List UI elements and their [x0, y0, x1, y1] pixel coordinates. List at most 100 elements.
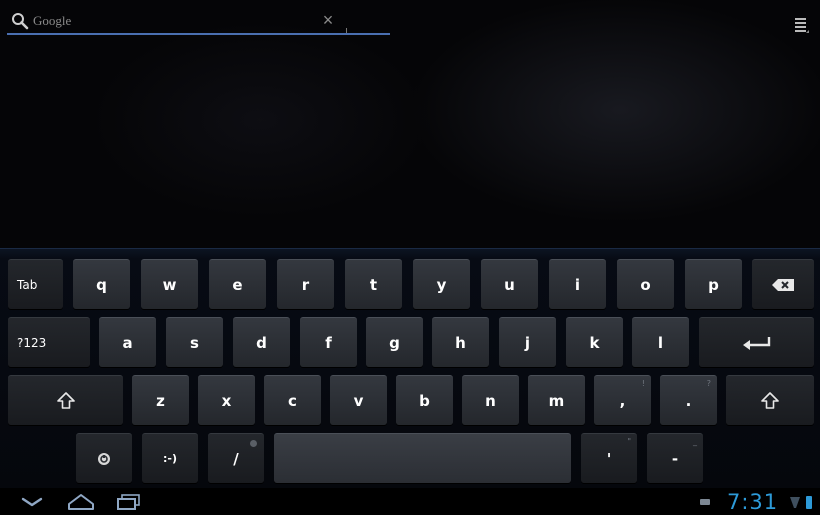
key-m-label: m	[548, 391, 565, 410]
key-p[interactable]: p	[685, 259, 742, 309]
search-input[interactable]	[33, 11, 303, 31]
key-s-label: s	[190, 333, 199, 352]
key-r[interactable]: r	[277, 259, 334, 309]
key-e[interactable]: e	[209, 259, 266, 309]
search-icon[interactable]	[11, 12, 29, 30]
search-bar[interactable]: ×	[7, 9, 390, 35]
key-l-label: l	[657, 333, 664, 352]
tab-key-label: Tab	[17, 277, 38, 292]
key-h[interactable]: h	[432, 317, 489, 367]
settings-key[interactable]	[76, 433, 132, 483]
apostrophe-key[interactable]: ' "	[581, 433, 637, 483]
wifi-icon	[788, 491, 802, 513]
smiley-key-label: :-)	[163, 452, 177, 465]
key-y-label: y	[436, 275, 447, 294]
key-l[interactable]: l	[632, 317, 689, 367]
status-time[interactable]: 7:31	[727, 490, 778, 514]
key-j[interactable]: j	[499, 317, 556, 367]
key-n-label: n	[485, 391, 496, 410]
dash-key-hint: _	[693, 437, 697, 446]
space-key[interactable]	[274, 433, 571, 483]
key-a-label: a	[122, 333, 133, 352]
key-w-label: w	[162, 275, 177, 294]
key-o[interactable]: o	[617, 259, 674, 309]
key-f[interactable]: f	[300, 317, 357, 367]
key-h-label: h	[455, 333, 466, 352]
key-v[interactable]: v	[330, 375, 387, 425]
key-g[interactable]: g	[366, 317, 423, 367]
key-comma-label: ,	[619, 391, 626, 410]
enter-icon	[742, 336, 772, 350]
shift-icon	[761, 391, 779, 410]
apostrophe-key-label: '	[606, 449, 612, 468]
key-m[interactable]: m	[528, 375, 585, 425]
key-b-label: b	[419, 391, 430, 410]
search-cursor-mark	[346, 28, 347, 33]
backspace-key[interactable]	[752, 259, 814, 309]
battery-icon	[803, 491, 815, 513]
close-icon[interactable]: ×	[319, 11, 337, 29]
system-bar: 7:31	[0, 488, 820, 515]
key-d-label: d	[256, 333, 267, 352]
soft-keyboard: Tab q w e r t y u i o p ?123 a s d f g h…	[0, 248, 820, 489]
key-t[interactable]: t	[345, 259, 402, 309]
tab-key[interactable]: Tab	[8, 259, 63, 309]
key-r-label: r	[301, 275, 310, 294]
key-e-label: e	[232, 275, 243, 294]
settings-icon	[97, 452, 111, 466]
key-t-label: t	[369, 275, 378, 294]
backspace-icon	[771, 278, 795, 292]
key-d[interactable]: d	[233, 317, 290, 367]
key-x[interactable]: x	[198, 375, 255, 425]
home-icon[interactable]	[64, 491, 98, 513]
key-i-label: i	[574, 275, 581, 294]
key-v-label: v	[353, 391, 364, 410]
enter-key[interactable]	[699, 317, 814, 367]
key-u[interactable]: u	[481, 259, 538, 309]
dash-key[interactable]: - _	[647, 433, 703, 483]
key-a[interactable]: a	[99, 317, 156, 367]
menu-icon[interactable]	[794, 15, 810, 35]
at-hint-icon	[250, 440, 257, 447]
key-period[interactable]: . ?	[660, 375, 717, 425]
key-k[interactable]: k	[566, 317, 623, 367]
key-period-label: .	[685, 391, 692, 410]
back-icon[interactable]	[18, 491, 46, 513]
key-q[interactable]: q	[73, 259, 130, 309]
key-u-label: u	[504, 275, 515, 294]
symbols-key-label: ?123	[17, 335, 47, 350]
key-f-label: f	[325, 333, 332, 352]
apostrophe-key-hint: "	[627, 437, 631, 446]
recent-apps-icon[interactable]	[113, 491, 145, 513]
key-c-label: c	[288, 391, 297, 410]
key-c[interactable]: c	[264, 375, 321, 425]
key-z-label: z	[156, 391, 165, 410]
key-g-label: g	[389, 333, 400, 352]
key-q-label: q	[96, 275, 107, 294]
key-s[interactable]: s	[166, 317, 223, 367]
key-i[interactable]: i	[549, 259, 606, 309]
smiley-key[interactable]: :-)	[142, 433, 198, 483]
slash-key-label: /	[233, 449, 239, 468]
dash-key-label: -	[671, 449, 679, 468]
key-j-label: j	[524, 333, 531, 352]
key-p-label: p	[708, 275, 719, 294]
key-y[interactable]: y	[413, 259, 470, 309]
slash-key[interactable]: /	[208, 433, 264, 483]
wallpaper	[0, 0, 820, 250]
shift-key-right[interactable]	[726, 375, 814, 425]
shift-key-left[interactable]	[8, 375, 123, 425]
key-o-label: o	[640, 275, 651, 294]
key-comma[interactable]: , !	[594, 375, 651, 425]
key-z[interactable]: z	[132, 375, 189, 425]
key-comma-hint: !	[641, 379, 645, 388]
key-b[interactable]: b	[396, 375, 453, 425]
key-w[interactable]: w	[141, 259, 198, 309]
notification-icon[interactable]	[697, 491, 713, 513]
symbols-key[interactable]: ?123	[8, 317, 90, 367]
key-x-label: x	[221, 391, 232, 410]
key-n[interactable]: n	[462, 375, 519, 425]
key-period-hint: ?	[706, 379, 711, 388]
shift-icon	[56, 391, 75, 410]
key-k-label: k	[589, 333, 600, 352]
